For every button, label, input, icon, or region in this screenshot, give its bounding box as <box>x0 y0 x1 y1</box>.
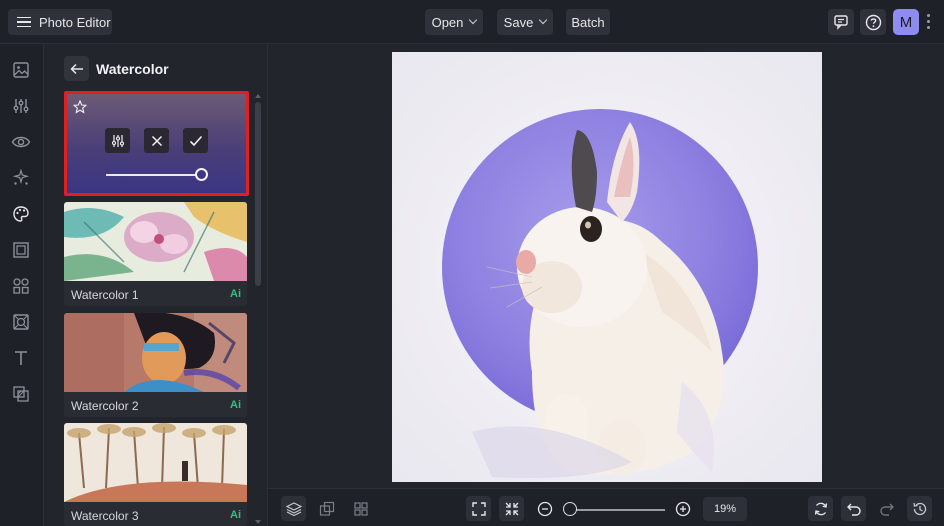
active-effect-card <box>64 91 249 196</box>
effect-label: Watercolor 1 <box>71 288 139 302</box>
checkmark-icon <box>189 135 202 146</box>
canvas-area <box>268 44 944 488</box>
tool-rail <box>0 44 44 526</box>
adjust-icon[interactable] <box>11 96 31 116</box>
hamburger-menu-icon <box>17 16 31 28</box>
app-title: Photo Editor <box>39 14 111 30</box>
text-icon[interactable] <box>11 348 31 368</box>
back-button[interactable] <box>64 56 89 81</box>
effect-label: Watercolor 2 <box>71 399 139 413</box>
panel-scrollbar[interactable] <box>254 94 262 524</box>
history-icon <box>912 502 926 515</box>
zoom-in-button[interactable] <box>670 496 695 521</box>
chat-icon <box>834 15 848 30</box>
user-avatar[interactable]: M <box>893 9 919 35</box>
zoom-slider-handle[interactable] <box>563 502 577 516</box>
effect-card-watercolor-3[interactable]: Watercolor 3 Ai <box>64 423 247 526</box>
palette-icon[interactable] <box>11 204 31 224</box>
chevron-down-icon <box>539 15 548 25</box>
frame-icon[interactable] <box>11 240 31 260</box>
grid-icon <box>353 501 368 516</box>
actual-size-button[interactable] <box>499 496 524 521</box>
more-options-icon[interactable] <box>927 14 931 30</box>
ai-badge: Ai <box>230 288 241 300</box>
zoom-percentage[interactable]: 19% <box>703 497 747 521</box>
bottom-toolbar: 19% <box>268 488 944 526</box>
watercolor-3-thumbnail <box>64 423 247 502</box>
cancel-effect-button[interactable] <box>144 128 169 153</box>
minus-circle-icon <box>537 501 552 516</box>
collapse-icon <box>505 502 518 515</box>
effects-panel: Watercolor Watercolor 1 Ai Watercolor 2 … <box>44 44 268 526</box>
effect-card-watercolor-1[interactable]: Watercolor 1 Ai <box>64 202 247 306</box>
chevron-down-icon <box>469 15 478 25</box>
grid-button[interactable] <box>348 496 373 521</box>
ai-badge: Ai <box>230 399 241 411</box>
sparkle-icon[interactable] <box>11 168 31 188</box>
zoom-slider-track[interactable] <box>573 509 665 511</box>
plus-circle-icon <box>675 501 690 516</box>
redo-icon <box>879 503 894 516</box>
sliders-icon <box>111 134 124 147</box>
zoom-out-button[interactable] <box>532 496 557 521</box>
top-bar: Photo Editor Open Save Batch M <box>0 0 944 44</box>
watercolor-1-thumbnail <box>64 202 247 281</box>
overlay-icon[interactable] <box>11 384 31 404</box>
feedback-button[interactable] <box>828 9 854 35</box>
history-button[interactable] <box>907 496 932 521</box>
help-icon <box>865 14 881 30</box>
scroll-thumb[interactable] <box>255 102 261 286</box>
arrow-left-icon <box>69 63 83 74</box>
eye-icon[interactable] <box>11 132 31 152</box>
refresh-icon <box>814 502 827 515</box>
undo-button[interactable] <box>841 496 866 521</box>
layers-button[interactable] <box>281 496 306 521</box>
shapes-icon[interactable] <box>11 276 31 296</box>
open-label: Open <box>431 14 464 30</box>
scroll-down-arrow-icon[interactable] <box>255 520 261 524</box>
image-icon[interactable] <box>11 60 31 80</box>
undo-icon <box>846 503 861 516</box>
save-label: Save <box>503 14 534 30</box>
effect-label: Watercolor 3 <box>71 509 139 523</box>
compare-button[interactable] <box>314 496 339 521</box>
open-button[interactable]: Open <box>425 9 483 35</box>
intensity-slider-handle[interactable] <box>195 168 208 181</box>
star-icon[interactable] <box>73 100 87 114</box>
watercolor-2-thumbnail <box>64 313 247 392</box>
app-menu-button[interactable]: Photo Editor <box>8 9 112 35</box>
reset-button[interactable] <box>808 496 833 521</box>
effect-card-watercolor-2[interactable]: Watercolor 2 Ai <box>64 313 247 417</box>
scroll-up-arrow-icon[interactable] <box>255 94 261 98</box>
redo-button[interactable] <box>874 496 899 521</box>
expand-icon <box>471 501 486 516</box>
texture-icon[interactable] <box>11 312 31 332</box>
effect-settings-button[interactable] <box>105 128 130 153</box>
batch-button[interactable]: Batch <box>566 9 610 35</box>
close-icon <box>151 135 162 146</box>
apply-effect-button[interactable] <box>183 128 208 153</box>
intensity-slider-track[interactable] <box>106 174 202 176</box>
compare-icon <box>319 501 334 516</box>
layers-icon <box>285 501 302 516</box>
watercolor-rabbit-image <box>392 52 822 482</box>
save-button[interactable]: Save <box>497 9 553 35</box>
fit-screen-button[interactable] <box>466 496 491 521</box>
photo-canvas[interactable] <box>392 52 822 482</box>
ai-badge: Ai <box>230 509 241 521</box>
help-button[interactable] <box>860 9 886 35</box>
panel-title: Watercolor <box>96 61 169 77</box>
batch-label: Batch <box>571 14 605 30</box>
